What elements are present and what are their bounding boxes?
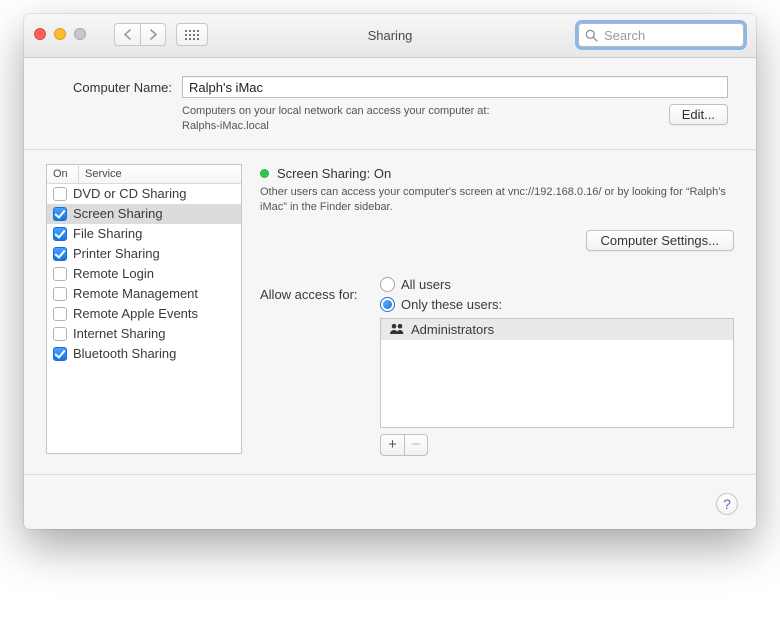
service-label: DVD or CD Sharing — [73, 186, 186, 201]
service-row[interactable]: Screen Sharing — [47, 204, 241, 224]
service-status-row: Screen Sharing: On — [260, 166, 734, 181]
status-indicator-icon — [260, 169, 269, 178]
search-wrap — [578, 23, 744, 47]
computer-name-label: Computer Name: — [52, 80, 172, 95]
service-row[interactable]: Remote Apple Events — [47, 304, 241, 324]
add-user-button[interactable]: + — [380, 434, 404, 456]
users-icon — [389, 323, 405, 335]
nav-back-forward — [114, 23, 166, 46]
allowed-user-row[interactable]: Administrators — [381, 319, 733, 340]
service-status-title: Screen Sharing: On — [277, 166, 391, 181]
service-row[interactable]: Printer Sharing — [47, 244, 241, 264]
service-label: Internet Sharing — [73, 326, 166, 341]
access-label: Allow access for: — [260, 287, 372, 302]
services-list: On Service DVD or CD Sharing Screen Shari… — [46, 164, 242, 454]
radio-all-users-label: All users — [401, 277, 451, 292]
services-body[interactable]: DVD or CD Sharing Screen Sharing File Shar… — [47, 184, 241, 453]
service-detail-pane: Screen Sharing: On Other users can acces… — [260, 164, 734, 456]
chevron-right-icon — [149, 29, 158, 40]
service-row[interactable]: Remote Login — [47, 264, 241, 284]
service-label: Remote Login — [73, 266, 154, 281]
allowed-user-label: Administrators — [411, 322, 494, 337]
service-label: File Sharing — [73, 226, 142, 241]
chevron-left-icon — [123, 29, 132, 40]
service-checkbox[interactable] — [53, 227, 67, 241]
zoom-button — [74, 28, 86, 40]
preferences-window: Sharing Computer Name: Computers on your… — [24, 14, 756, 529]
service-checkbox[interactable] — [53, 267, 67, 281]
titlebar: Sharing — [24, 14, 756, 58]
radio-all-users[interactable] — [380, 277, 395, 292]
access-block: Allow access for: All users Only these u… — [260, 277, 734, 456]
services-header-service: Service — [79, 165, 241, 183]
access-option-all[interactable]: All users — [380, 277, 502, 292]
search-field[interactable] — [578, 23, 744, 47]
access-option-only[interactable]: Only these users: — [380, 297, 502, 312]
close-button[interactable] — [34, 28, 46, 40]
window-controls — [34, 28, 86, 40]
grid-icon — [185, 30, 199, 40]
minimize-button[interactable] — [54, 28, 66, 40]
service-label: Remote Apple Events — [73, 306, 198, 321]
radio-only-users-label: Only these users: — [401, 297, 502, 312]
service-label: Bluetooth Sharing — [73, 346, 176, 361]
remove-user-button: − — [404, 434, 428, 456]
toolbar-nav — [114, 23, 208, 46]
back-button[interactable] — [114, 23, 140, 46]
services-header-on: On — [47, 165, 79, 183]
service-checkbox[interactable] — [53, 327, 67, 341]
service-row[interactable]: Remote Management — [47, 284, 241, 304]
radio-only-users[interactable] — [380, 297, 395, 312]
service-checkbox[interactable] — [53, 347, 67, 361]
service-row[interactable]: DVD or CD Sharing — [47, 184, 241, 204]
service-checkbox[interactable] — [53, 287, 67, 301]
computer-settings-button[interactable]: Computer Settings... — [586, 230, 735, 251]
service-checkbox[interactable] — [53, 207, 67, 221]
service-checkbox[interactable] — [53, 307, 67, 321]
service-label: Remote Management — [73, 286, 198, 301]
bottom-bar: ? — [24, 475, 756, 529]
computer-name-section: Computer Name: Computers on your local n… — [24, 58, 756, 150]
service-label: Printer Sharing — [73, 246, 160, 261]
main-section: On Service DVD or CD Sharing Screen Shari… — [24, 150, 756, 475]
add-remove-users: + − — [380, 434, 428, 456]
service-checkbox[interactable] — [53, 187, 67, 201]
computer-name-hint: Computers on your local network can acce… — [182, 104, 669, 135]
edit-hostname-button[interactable]: Edit... — [669, 104, 728, 125]
forward-button[interactable] — [140, 23, 166, 46]
computer-name-input[interactable] — [182, 76, 728, 98]
service-row[interactable]: File Sharing — [47, 224, 241, 244]
search-input[interactable] — [602, 27, 737, 44]
help-button[interactable]: ? — [716, 493, 738, 515]
service-checkbox[interactable] — [53, 247, 67, 261]
service-label: Screen Sharing — [73, 206, 163, 221]
service-row[interactable]: Internet Sharing — [47, 324, 241, 344]
search-icon — [585, 29, 598, 42]
service-row[interactable]: Bluetooth Sharing — [47, 344, 241, 364]
show-all-button[interactable] — [176, 23, 208, 46]
allowed-users-list[interactable]: Administrators — [380, 318, 734, 428]
service-status-desc: Other users can access your computer's s… — [260, 185, 734, 216]
services-header: On Service — [47, 165, 241, 184]
